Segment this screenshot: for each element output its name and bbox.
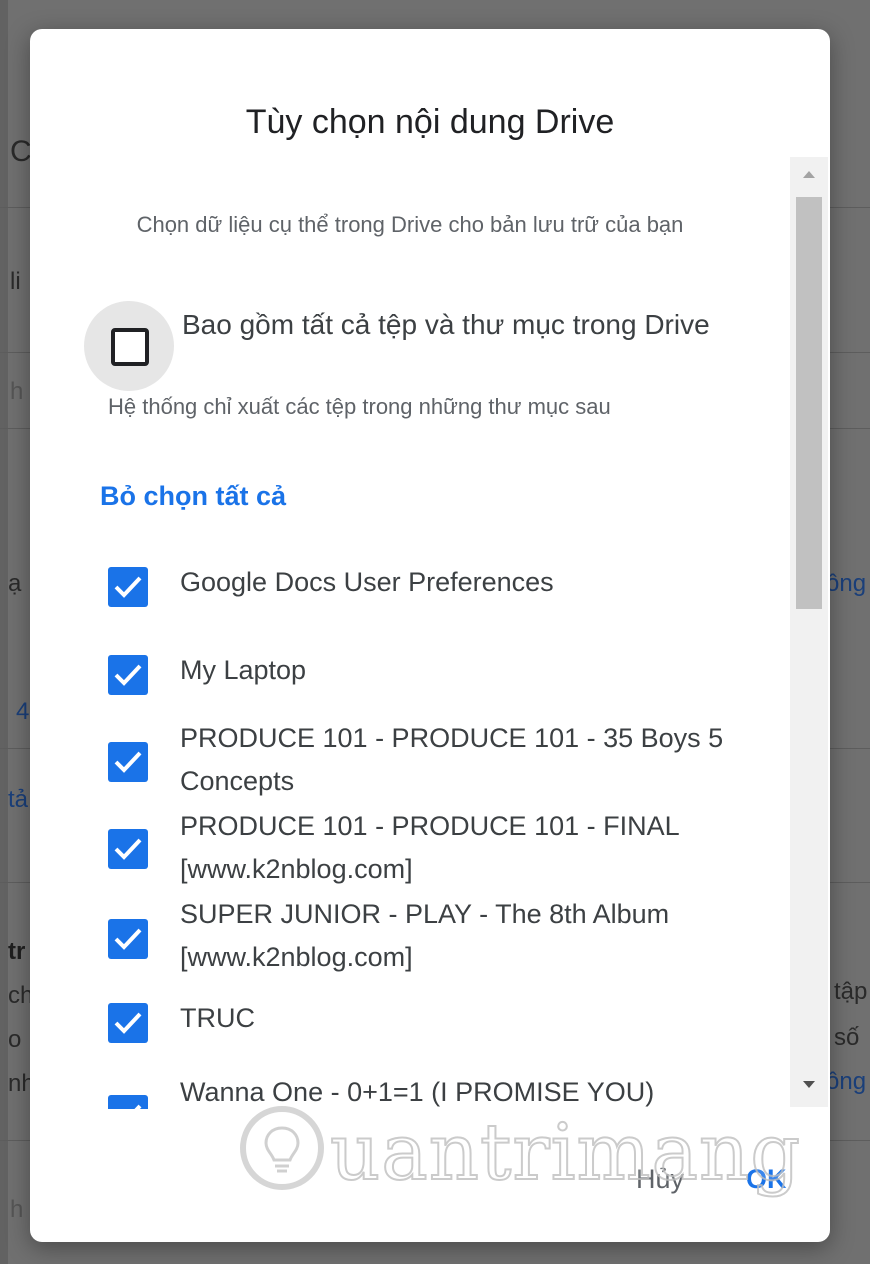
folder-label: SUPER JUNIOR - PLAY - The 8th Album [www… (180, 899, 670, 972)
background-text: h (10, 378, 24, 405)
folder-checkbox[interactable] (108, 742, 148, 782)
check-icon (134, 1104, 142, 1109)
check-icon (114, 751, 142, 773)
folder-checkbox[interactable] (108, 655, 148, 695)
dialog-subtitle: Chọn dữ liệu cụ thể trong Drive cho bản … (136, 212, 684, 237)
folder-label: Google Docs User Preferences (180, 567, 554, 597)
folder-checkbox[interactable] (108, 1095, 148, 1109)
scrollbar-thumb[interactable] (796, 197, 822, 609)
background-link: ông (826, 570, 867, 597)
folder-label: TRUC (180, 1003, 255, 1033)
background-left-edge (0, 0, 8, 1264)
folder-label: My Laptop (180, 655, 307, 685)
folder-checkbox[interactable] (108, 1003, 148, 1043)
check-icon (114, 838, 142, 860)
scroll-down-arrow-icon[interactable] (803, 1081, 815, 1088)
background-text: số (834, 1024, 860, 1051)
background-link: tả (8, 786, 29, 813)
folder-label: PRODUCE 101 - PRODUCE 101 - FINAL [www.k… (180, 811, 679, 884)
lightbulb-logo-icon (240, 1106, 324, 1190)
helper-text: Hệ thống chỉ xuất các tệp trong những th… (108, 394, 611, 419)
background-link: ông (826, 1068, 867, 1095)
dialog-scrollbar[interactable] (790, 157, 828, 1107)
include-all-option[interactable]: Bao gồm tất cả tệp và thư mục trong Driv… (84, 301, 774, 401)
background-text: C (10, 135, 32, 168)
include-all-label: Bao gồm tất cả tệp và thư mục trong Driv… (182, 309, 710, 340)
watermark-text: uantrimang (329, 1107, 802, 1199)
watermark: uantrimang (240, 1100, 801, 1210)
check-icon (114, 576, 142, 598)
background-text: tr (8, 938, 26, 965)
dialog-title: Tùy chọn nội dung Drive (245, 103, 615, 141)
background-text: tập (834, 978, 868, 1005)
folder-item[interactable]: SUPER JUNIOR - PLAY - The 8th Album [www… (80, 893, 760, 983)
dialog-scroll-area[interactable]: Chọn dữ liệu cụ thể trong Drive cho bản … (80, 159, 780, 1109)
folder-checkbox[interactable] (108, 829, 148, 869)
background-text: h (10, 1196, 24, 1223)
folder-checkbox[interactable] (108, 919, 148, 959)
background-link: 4 (16, 698, 30, 725)
folder-checkbox[interactable] (108, 567, 148, 607)
background-text: o (8, 1026, 22, 1053)
folder-item[interactable]: PRODUCE 101 - PRODUCE 101 - 35 Boys 5 Co… (80, 714, 760, 804)
folder-item[interactable]: PRODUCE 101 - PRODUCE 101 - FINAL [www.k… (80, 805, 760, 895)
folder-label: PRODUCE 101 - PRODUCE 101 - 35 Boys 5 Co… (180, 723, 724, 796)
scroll-up-arrow-icon[interactable] (803, 171, 815, 178)
check-icon (114, 1012, 142, 1034)
include-all-checkbox[interactable] (111, 328, 149, 366)
folder-item[interactable]: TRUC (80, 997, 760, 1057)
folder-item[interactable]: My Laptop (80, 647, 760, 707)
deselect-all-link[interactable]: Bỏ chọn tất cả (100, 481, 286, 512)
background-text: ạ (8, 570, 22, 597)
check-icon (114, 928, 142, 950)
background-text: li (10, 268, 21, 295)
check-icon (114, 664, 142, 686)
folder-item[interactable]: Google Docs User Preferences (80, 559, 760, 619)
drive-content-options-dialog: Tùy chọn nội dung Drive Chọn dữ liệu cụ … (30, 29, 830, 1242)
